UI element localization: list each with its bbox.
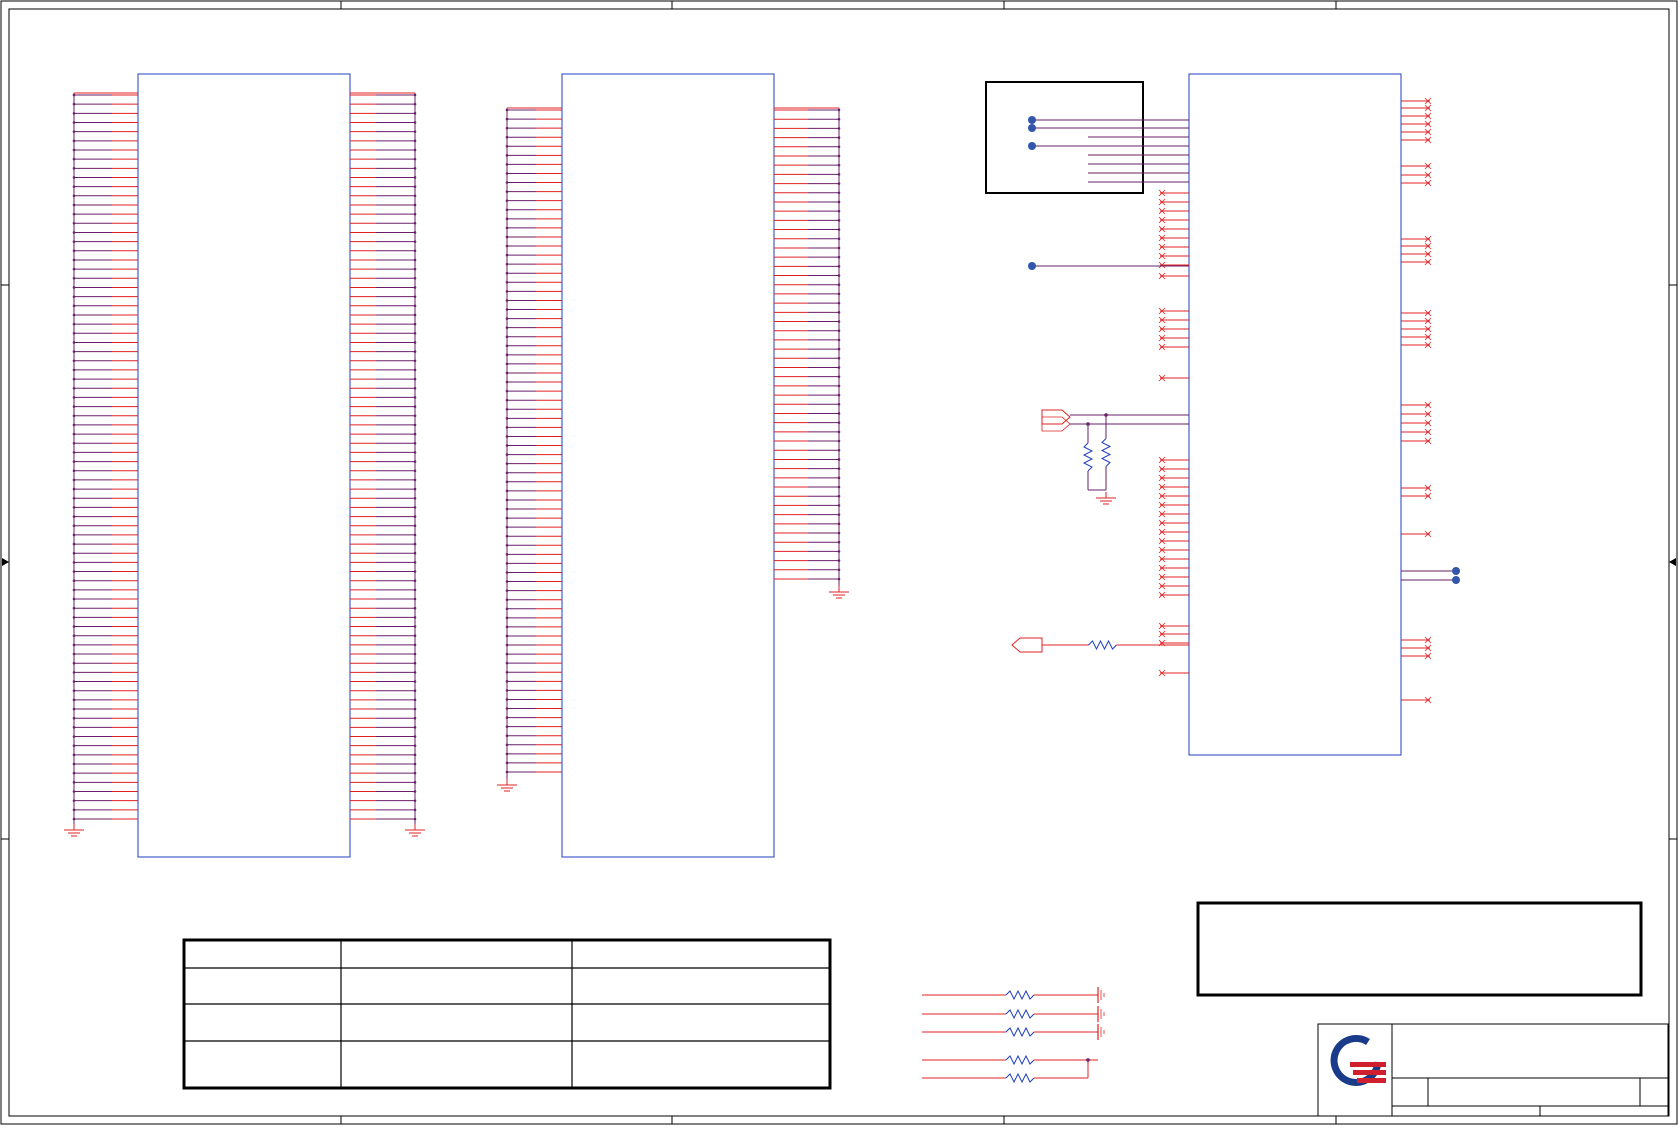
offpage-connector-icon	[1011, 637, 1043, 653]
ground-symbol-icon	[405, 824, 425, 837]
resistor-body	[1005, 989, 1035, 1001]
schematic-canvas	[0, 0, 1678, 1125]
resistor-body	[1005, 1054, 1035, 1066]
ground-symbol-icon	[1096, 492, 1116, 505]
resistor-body	[1005, 1008, 1035, 1020]
connector-mid-pins	[497, 107, 849, 792]
resistor-body	[1005, 1026, 1035, 1038]
junction-dot	[1086, 1058, 1090, 1062]
test-point-dot	[1028, 262, 1036, 270]
ground-symbol-icon	[829, 586, 849, 599]
misc-circuitry	[922, 409, 1189, 1084]
test-point-dot	[1028, 142, 1036, 150]
test-point-dot	[1028, 124, 1036, 132]
schematic-sheet	[0, 0, 1678, 1125]
resistor-zigzag-icon	[990, 1054, 1050, 1066]
connector-body-left	[137, 73, 351, 858]
resistor-zigzag-icon	[1082, 424, 1094, 490]
left-center-arrow-icon	[2, 558, 9, 566]
notes-box	[1196, 901, 1643, 997]
test-point-dot	[1452, 567, 1460, 575]
resistor-body	[1005, 1072, 1035, 1084]
resistor-zigzag-icon	[990, 1008, 1050, 1020]
right-center-arrow-icon	[1669, 558, 1676, 566]
power-rail-icon	[1097, 1024, 1105, 1040]
ic-right-pins	[1028, 97, 1460, 704]
ground-symbol-icon	[497, 779, 517, 792]
ground-symbol-icon	[64, 824, 84, 837]
resistor-body	[1082, 442, 1094, 472]
resistor-body	[1100, 438, 1112, 467]
power-rail-icon	[1097, 1006, 1105, 1022]
resistor-body	[1088, 639, 1117, 651]
resistor-zigzag-icon	[990, 1072, 1050, 1084]
resistor-zigzag-icon	[990, 989, 1050, 1001]
power-rail-icon	[1097, 987, 1105, 1003]
ic-body-right	[1188, 73, 1402, 756]
company-logo-icon	[1330, 1035, 1386, 1086]
test-point-dot	[1452, 576, 1460, 584]
resistor-zigzag-icon	[990, 1026, 1050, 1038]
test-point-dot	[1028, 116, 1036, 124]
resistor-zigzag-icon	[1100, 415, 1112, 490]
revision-table	[182, 938, 832, 1090]
connector-body-mid	[561, 73, 775, 858]
resistor-zigzag-icon	[1075, 639, 1130, 651]
connector-left-pins	[64, 92, 425, 837]
